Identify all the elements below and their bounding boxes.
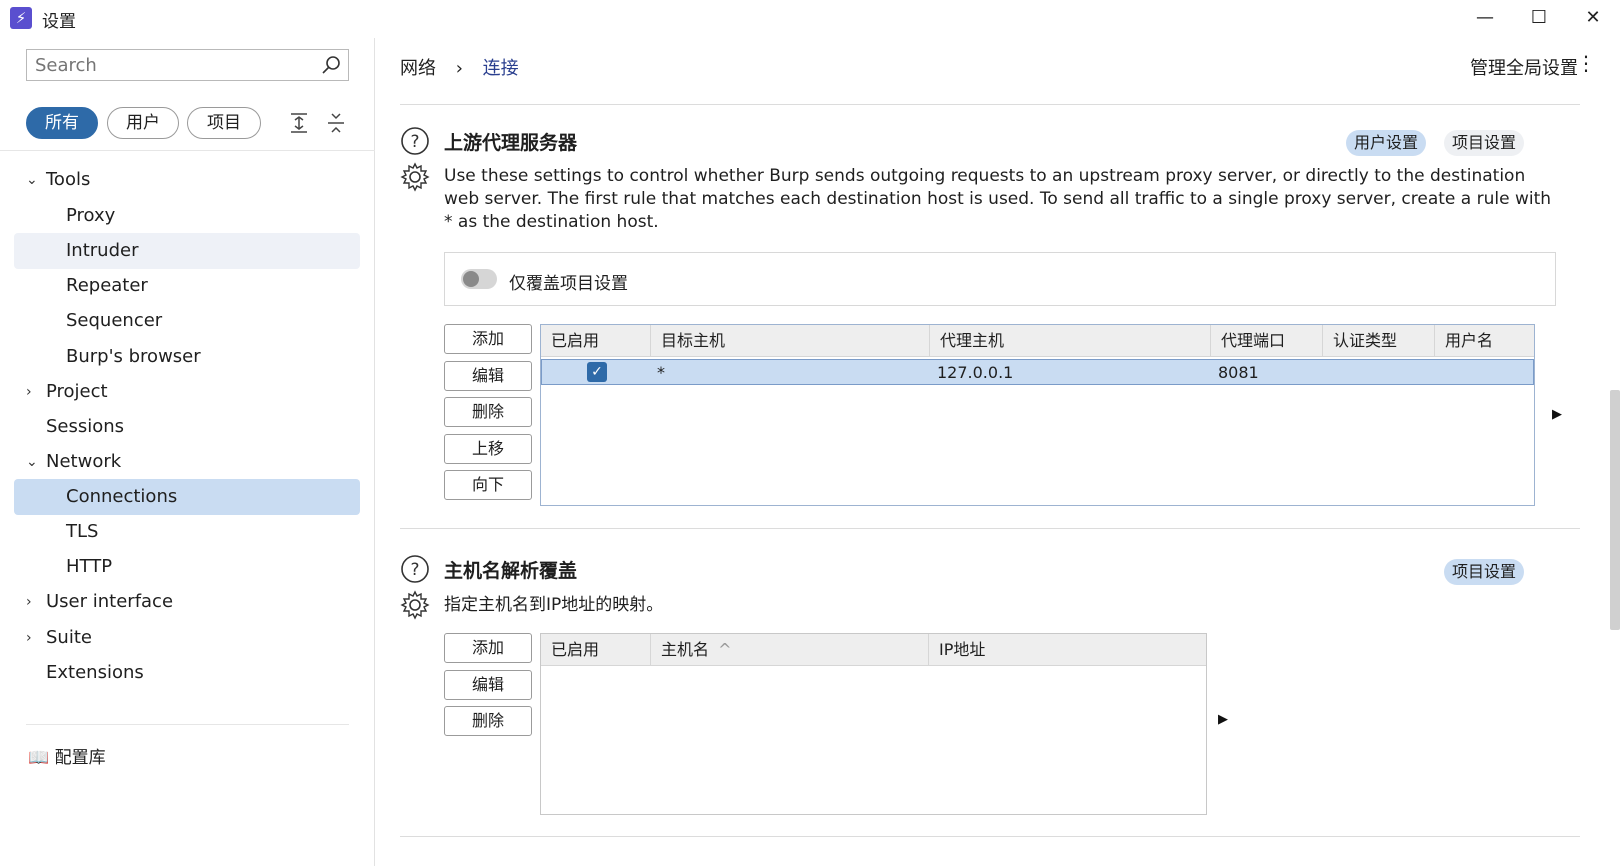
- search-icon[interactable]: [320, 54, 342, 76]
- column-header[interactable]: 认证类型: [1323, 325, 1435, 357]
- gear-icon[interactable]: [400, 162, 430, 192]
- remove-button[interactable]: 删除: [444, 397, 532, 427]
- column-header[interactable]: 目标主机: [651, 325, 930, 357]
- library-link[interactable]: 📖 配置库: [28, 743, 106, 768]
- add-button[interactable]: 添加: [444, 633, 532, 663]
- window-title: 设置: [42, 12, 76, 32]
- maximize-button[interactable]: ☐: [1512, 0, 1566, 38]
- column-header[interactable]: 已启用: [541, 325, 651, 357]
- tree-item-suite[interactable]: › Suite: [14, 620, 360, 656]
- sidebar-divider: [0, 150, 375, 151]
- burp-app-icon: ⚡: [10, 7, 32, 29]
- book-icon: 📖: [28, 748, 50, 768]
- svg-text:?: ?: [410, 560, 419, 580]
- tree-item-sequencer[interactable]: Sequencer: [14, 303, 360, 339]
- vertical-scrollbar[interactable]: [1610, 390, 1620, 630]
- manage-global-settings-button[interactable]: 管理全局设置: [1470, 54, 1578, 80]
- help-icon[interactable]: ?: [400, 126, 430, 156]
- add-button[interactable]: 添加: [444, 324, 532, 354]
- close-button[interactable]: ✕: [1566, 0, 1620, 38]
- section-divider: [400, 528, 1580, 529]
- gear-icon[interactable]: [400, 590, 430, 620]
- more-options-icon[interactable]: ⋮: [1576, 52, 1596, 74]
- hostname-table[interactable]: 已启用 主机名 ^ IP地址: [540, 633, 1207, 815]
- tree-item-http[interactable]: HTTP: [14, 549, 360, 585]
- scroll-right-icon[interactable]: ▶: [1552, 407, 1562, 422]
- override-toggle[interactable]: [461, 269, 497, 289]
- sort-ascending-icon: ^: [718, 640, 732, 659]
- enabled-checkbox[interactable]: ✓: [587, 362, 607, 382]
- search-input[interactable]: [27, 50, 307, 80]
- tree-item-network[interactable]: ⌄ Network: [14, 444, 360, 480]
- proxy-port-cell: 8081: [1218, 363, 1259, 382]
- user-settings-tag: 用户设置: [1346, 130, 1427, 156]
- scroll-right-icon[interactable]: ▶: [1218, 712, 1228, 727]
- tree-item-user-interface[interactable]: › User interface: [14, 584, 360, 620]
- target-host-cell: *: [657, 363, 665, 382]
- collapse-all-icon[interactable]: [323, 110, 349, 136]
- tree-item-repeater[interactable]: Repeater: [14, 268, 360, 304]
- move-down-button[interactable]: 向下: [444, 470, 532, 500]
- sidebar-bottom-divider: [26, 724, 349, 725]
- tree-item-connections[interactable]: Connections: [14, 479, 360, 515]
- column-header[interactable]: IP地址: [929, 634, 1206, 666]
- override-project-settings: 仅覆盖项目设置: [444, 252, 1556, 306]
- tree-item-extensions[interactable]: Extensions: [14, 655, 360, 691]
- filter-all[interactable]: 所有: [26, 107, 98, 139]
- breadcrumb: 网络 › 连接: [400, 54, 519, 80]
- sidebar: 所有 用户 项目 ⌄Tools Proxy Intruder Repeater …: [0, 38, 375, 866]
- proxy-host-cell: 127.0.0.1: [937, 363, 1014, 382]
- override-label: 仅覆盖项目设置: [509, 274, 628, 294]
- section-divider: [400, 104, 1580, 105]
- filter-project[interactable]: 项目: [187, 107, 261, 139]
- header: 网络 › 连接 管理全局设置 ⋮: [376, 38, 1620, 94]
- minimize-button[interactable]: —: [1458, 0, 1512, 38]
- column-header[interactable]: 用户名: [1435, 325, 1534, 357]
- title-bar: ⚡ 设置 — ☐ ✕: [0, 0, 1620, 38]
- move-up-button[interactable]: 上移: [444, 434, 532, 464]
- library-label: 配置库: [54, 748, 106, 768]
- search-box: [26, 49, 349, 81]
- table-row[interactable]: ✓ * 127.0.0.1 8081: [541, 359, 1534, 385]
- column-header[interactable]: 代理端口: [1211, 325, 1323, 357]
- tree-item-sessions[interactable]: Sessions: [14, 409, 360, 445]
- expand-all-icon[interactable]: [286, 110, 312, 136]
- column-header[interactable]: 主机名 ^: [651, 634, 929, 666]
- breadcrumb-current: 连接: [482, 58, 519, 79]
- tree-item-tls[interactable]: TLS: [14, 514, 360, 550]
- section-divider: [400, 836, 1580, 837]
- project-settings-tag: 项目设置: [1444, 559, 1525, 585]
- remove-button[interactable]: 删除: [444, 706, 532, 736]
- svg-text:?: ?: [410, 132, 419, 152]
- hostname-override-title: 主机名解析覆盖: [444, 560, 578, 582]
- edit-button[interactable]: 编辑: [444, 670, 532, 700]
- tree-item-intruder[interactable]: Intruder: [14, 233, 360, 269]
- settings-content: ? 上游代理服务器 用户设置 项目设置 Use these settings t…: [376, 94, 1620, 866]
- help-icon[interactable]: ?: [400, 554, 430, 584]
- column-header[interactable]: 代理主机: [930, 325, 1211, 357]
- edit-button[interactable]: 编辑: [444, 361, 532, 391]
- hostname-override-description: 指定主机名到IP地址的映射。: [444, 595, 664, 615]
- filter-user[interactable]: 用户: [107, 107, 179, 139]
- tree-item-project[interactable]: › Project: [14, 374, 360, 410]
- project-settings-tag: 项目设置: [1444, 130, 1525, 156]
- chevron-right-icon: ›: [455, 58, 463, 79]
- tree-item-tools[interactable]: ⌄ Tools: [14, 162, 360, 198]
- upstream-proxy-description: Use these settings to control whether Bu…: [444, 166, 1552, 232]
- upstream-proxy-table[interactable]: 已启用 目标主机 代理主机 代理端口 认证类型 用户名 ✓ * 127.0.0.…: [540, 324, 1535, 506]
- tree-item-burps-browser[interactable]: Burp's browser: [14, 339, 360, 375]
- upstream-proxy-title: 上游代理服务器: [444, 132, 578, 154]
- tree-item-proxy[interactable]: Proxy: [14, 198, 360, 234]
- column-header[interactable]: 已启用: [541, 634, 651, 666]
- breadcrumb-root[interactable]: 网络: [400, 58, 436, 79]
